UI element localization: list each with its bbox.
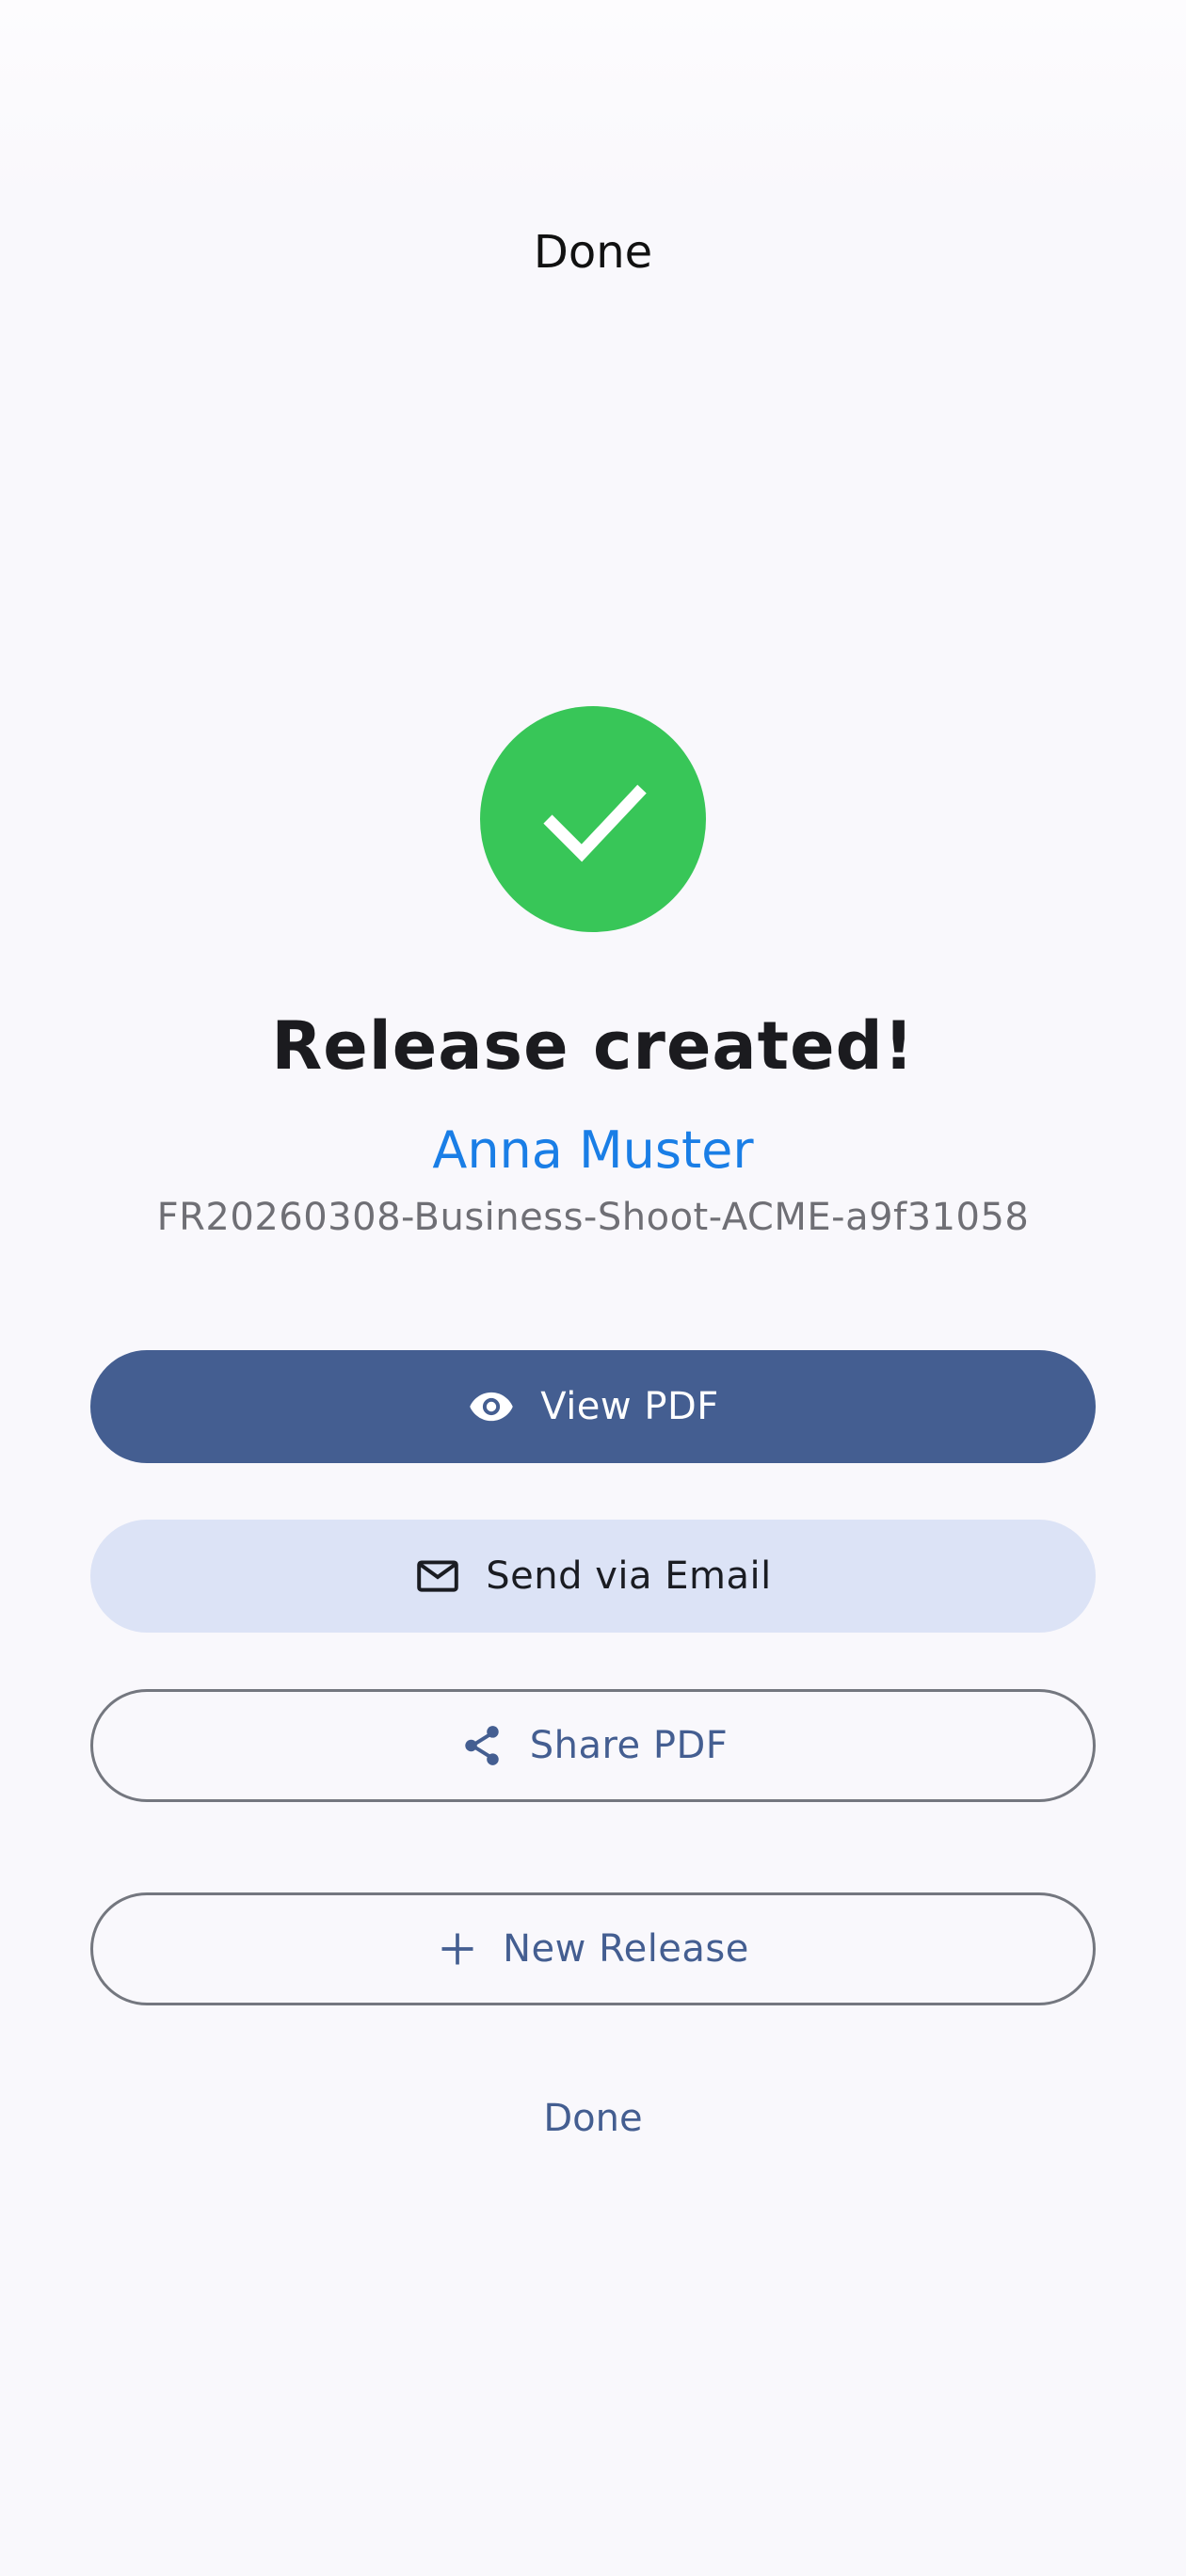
share-pdf-label: Share PDF <box>529 1724 729 1767</box>
status-bar <box>0 0 1186 198</box>
send-email-button[interactable]: Send via Email <box>90 1520 1096 1633</box>
top-bar-title: Done <box>533 226 653 279</box>
share-icon <box>458 1722 505 1769</box>
eye-icon <box>467 1382 516 1431</box>
view-pdf-button[interactable]: View PDF <box>90 1350 1096 1463</box>
new-release-label: New Release <box>503 1927 749 1971</box>
done-button[interactable]: Done <box>452 2071 734 2165</box>
success-badge <box>480 706 706 932</box>
page-title: Release created! <box>271 1007 915 1085</box>
mail-icon <box>414 1553 461 1600</box>
new-release-button[interactable]: New Release <box>90 1892 1096 2005</box>
share-pdf-button[interactable]: Share PDF <box>90 1689 1096 1802</box>
view-pdf-label: View PDF <box>540 1385 719 1428</box>
person-name: Anna Muster <box>432 1120 754 1180</box>
release-id: FR20260308-Business-Shoot-ACME-a9f31058 <box>156 1196 1030 1239</box>
top-app-bar: Done <box>0 198 1186 311</box>
send-email-label: Send via Email <box>486 1554 772 1598</box>
plus-icon <box>437 1928 478 1970</box>
check-icon <box>543 784 647 862</box>
